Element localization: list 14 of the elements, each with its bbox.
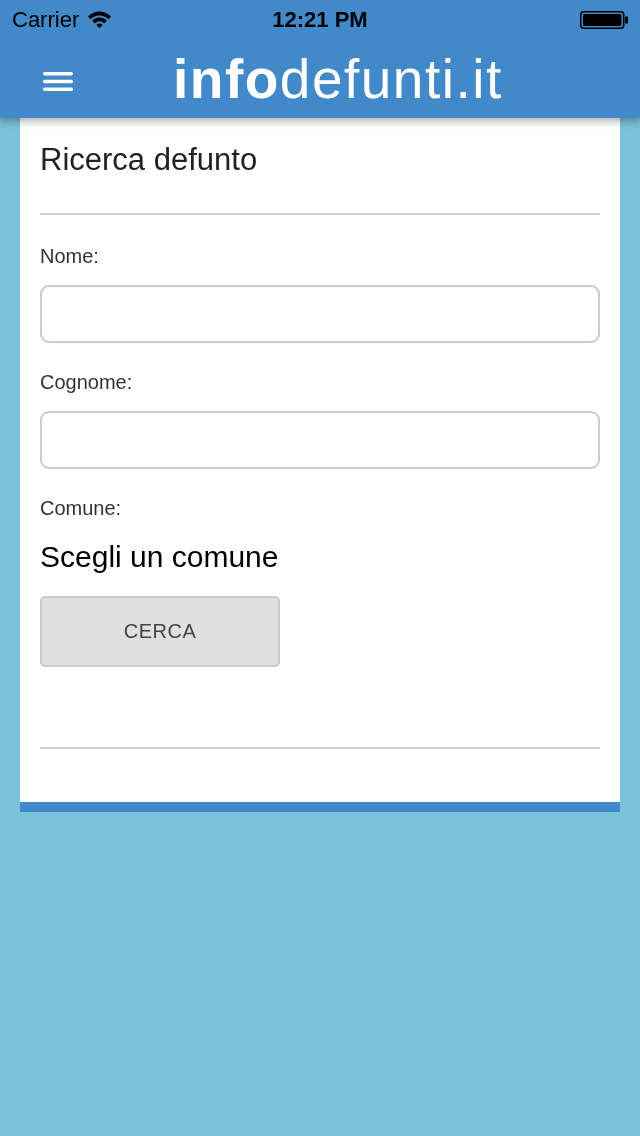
battery-icon (580, 11, 628, 29)
input-field[interactable] (40, 285, 600, 343)
input-field[interactable] (40, 411, 600, 469)
form-title: Ricerca defunto (40, 141, 258, 179)
wifi-icon (87, 10, 113, 28)
menu-icon[interactable] (43, 71, 73, 91)
carrier-name: Carrier (12, 7, 80, 33)
site-logo[interactable]: infodefunti.it (173, 49, 503, 109)
comune-select[interactable]: Scegli un comune (40, 539, 279, 575)
field-label: Comune: (40, 496, 122, 520)
search-button[interactable]: CERCA (40, 596, 280, 667)
field-label: Nome: (40, 244, 99, 268)
field-label: Cognome: (40, 370, 133, 394)
status-time: 12:21 PM (272, 7, 368, 33)
